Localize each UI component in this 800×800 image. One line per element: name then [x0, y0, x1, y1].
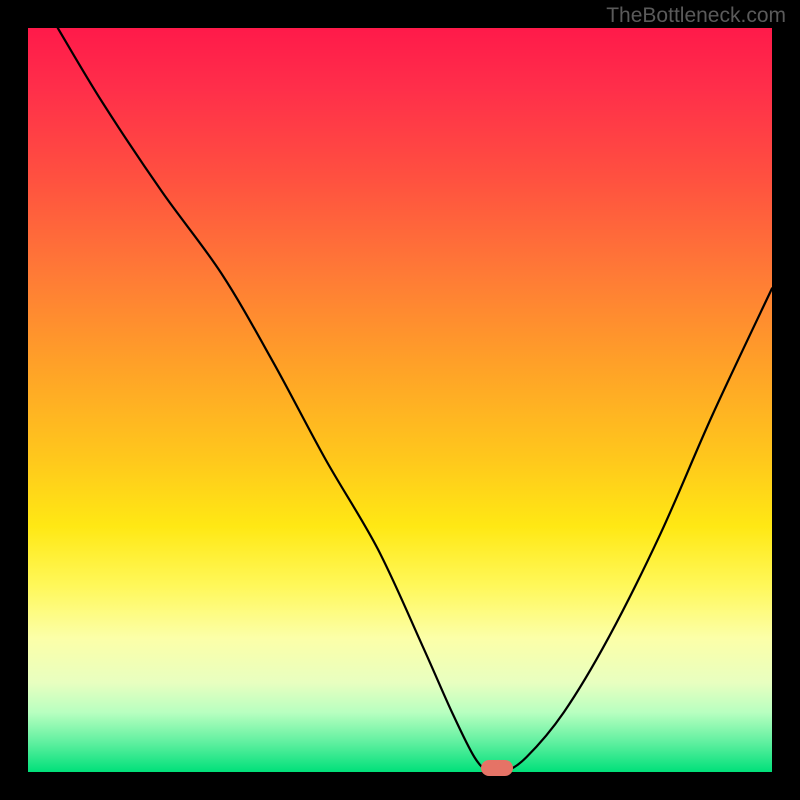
optimal-point-marker — [481, 760, 513, 776]
watermark-text: TheBottleneck.com — [606, 4, 786, 28]
bottleneck-curve-line — [28, 28, 772, 772]
chart-plot-area — [28, 28, 772, 772]
